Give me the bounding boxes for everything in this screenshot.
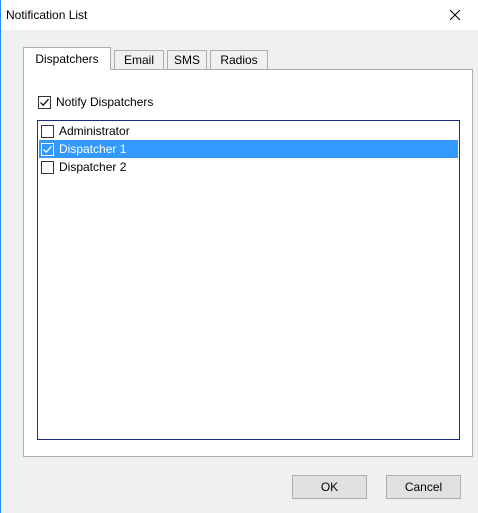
dispatcher-checklist[interactable]: Administrator Dispatcher 1 Dispatcher 2 — [37, 120, 460, 440]
tab-label: Radios — [220, 53, 258, 67]
checkbox-box[interactable] — [41, 160, 54, 174]
tab-label: Email — [123, 53, 154, 67]
checkmark-icon — [40, 98, 49, 106]
close-button[interactable] — [432, 0, 478, 30]
window-title: Notification List — [6, 8, 88, 22]
tab-dispatchers[interactable]: Dispatchers — [23, 47, 111, 70]
notification-list-dialog: Notification List Dispatchers Email SMS … — [0, 0, 478, 513]
notify-dispatchers-label: Notify Dispatchers — [56, 95, 154, 109]
checkmark-icon — [43, 145, 52, 153]
tab-sms[interactable]: SMS — [167, 50, 207, 69]
ok-button[interactable]: OK — [292, 475, 367, 499]
cancel-button[interactable]: Cancel — [386, 475, 461, 499]
list-item-dispatcher-2[interactable]: Dispatcher 2 — [39, 158, 458, 176]
notify-dispatchers-checkbox[interactable]: Notify Dispatchers — [38, 94, 153, 110]
list-item-label: Dispatcher 2 — [59, 160, 127, 174]
checkbox-box[interactable] — [38, 95, 51, 109]
list-item-administrator[interactable]: Administrator — [39, 122, 458, 140]
tab-label: Dispatchers — [35, 52, 99, 66]
title-bar: Notification List — [1, 0, 478, 30]
tab-label: SMS — [173, 53, 200, 67]
list-item-label: Dispatcher 1 — [59, 142, 127, 156]
checkbox-box[interactable] — [41, 124, 54, 138]
tab-email[interactable]: Email — [114, 50, 164, 69]
checkbox-box[interactable] — [41, 142, 54, 156]
list-item-dispatcher-1[interactable]: Dispatcher 1 — [39, 140, 458, 158]
list-item-label: Administrator — [59, 124, 130, 138]
tab-radios[interactable]: Radios — [210, 50, 268, 69]
close-icon — [449, 9, 461, 21]
